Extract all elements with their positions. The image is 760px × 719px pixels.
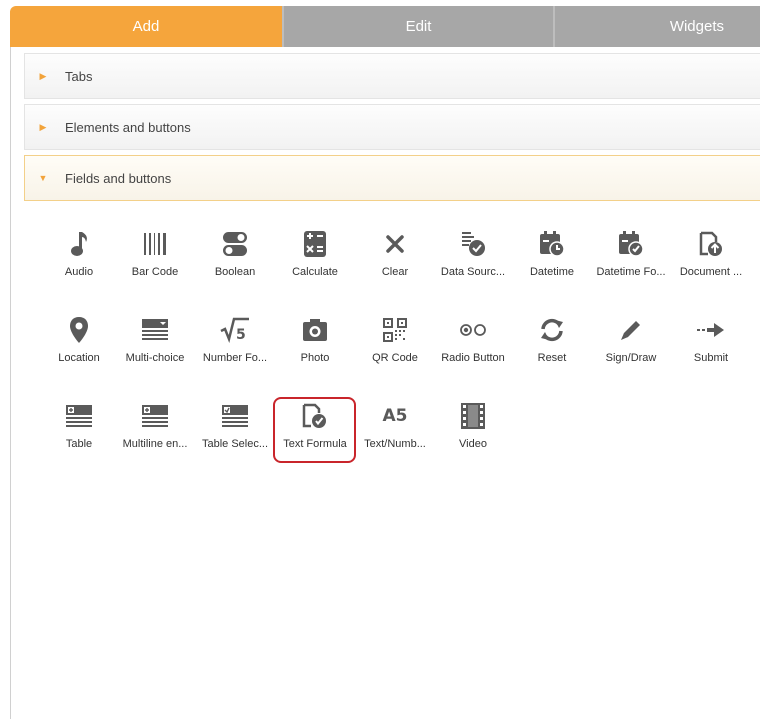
pen-icon: [592, 312, 670, 348]
expand-arrow-icon: ▶: [39, 70, 47, 81]
field-calculate[interactable]: Calculate: [276, 226, 354, 278]
document-upload-icon: [672, 226, 750, 262]
text-number-icon: A5: [382, 406, 408, 426]
selection-highlight: [273, 397, 356, 463]
field-label: Reset: [537, 352, 567, 364]
accordion-label: Fields and buttons: [65, 170, 172, 186]
field-photo[interactable]: Photo: [276, 312, 354, 364]
music-note-icon: [40, 226, 118, 262]
field-bar-code[interactable]: Bar Code: [116, 226, 194, 278]
toggle-icon: [196, 226, 274, 262]
tab-widgets[interactable]: Widgets: [553, 6, 760, 47]
add-panel: ▶ Tabs ▶ Elements and buttons ▼ Fields a…: [10, 47, 760, 719]
field-reset[interactable]: Reset: [513, 312, 591, 364]
field-label: Bar Code: [131, 266, 179, 278]
film-icon: [434, 398, 512, 434]
field-label: Submit: [693, 352, 729, 364]
field-label: Number Fo...: [202, 352, 268, 364]
field-qr-code[interactable]: QR Code: [356, 312, 434, 364]
data-source-icon: [434, 226, 512, 262]
field-sign-draw[interactable]: Sign/Draw: [592, 312, 670, 364]
field-submit[interactable]: Submit: [672, 312, 750, 364]
field-label: Document ...: [679, 266, 743, 278]
field-label: Clear: [381, 266, 409, 278]
field-audio[interactable]: Audio: [40, 226, 118, 278]
field-location[interactable]: Location: [40, 312, 118, 364]
svg-text:5: 5: [236, 327, 246, 343]
clear-x-icon: [356, 226, 434, 262]
field-video[interactable]: Video: [434, 398, 512, 450]
field-data-sourc[interactable]: Data Sourc...: [434, 226, 512, 278]
top-tab-bar: Add Edit Widgets: [10, 6, 760, 47]
field-datetime-fo[interactable]: Datetime Fo...: [592, 226, 670, 278]
field-label: Video: [459, 438, 487, 450]
field-text-numb[interactable]: A5 Text/Numb...: [356, 398, 434, 450]
field-label: Audio: [64, 266, 94, 278]
field-number-fo[interactable]: 5 Number Fo...: [196, 312, 274, 364]
tab-add[interactable]: Add: [10, 6, 282, 47]
field-document[interactable]: Document ...: [672, 226, 750, 278]
field-label: Calculate: [292, 266, 338, 278]
field-label: Sign/Draw: [605, 352, 657, 364]
accordion-label: Elements and buttons: [65, 119, 191, 135]
field-label: Multi-choice: [125, 352, 185, 364]
field-label: Boolean: [214, 266, 256, 278]
map-pin-icon: [40, 312, 118, 348]
expand-arrow-icon: ▶: [39, 121, 47, 132]
field-label: Text/Numb...: [364, 438, 426, 450]
radio-icon: [434, 312, 512, 348]
field-label: Table Selec...: [201, 438, 269, 450]
calculator-icon: [276, 226, 354, 262]
field-boolean[interactable]: Boolean: [196, 226, 274, 278]
table-icon: [40, 398, 118, 434]
calendar-formula-icon: [592, 226, 670, 262]
field-label: Datetime: [529, 266, 575, 278]
field-label: Radio Button: [441, 352, 505, 364]
field-datetime[interactable]: Datetime: [513, 226, 591, 278]
accordion-elements-and-buttons[interactable]: ▶ Elements and buttons: [24, 104, 760, 150]
field-label: Location: [58, 352, 100, 364]
field-table[interactable]: Table: [40, 398, 118, 450]
sqrt-icon: 5: [196, 312, 274, 348]
tab-edit[interactable]: Edit: [282, 6, 553, 47]
qr-code-icon: [356, 312, 434, 348]
camera-icon: [276, 312, 354, 348]
multiline-entry-icon: [116, 398, 194, 434]
calendar-clock-icon: [513, 226, 591, 262]
field-clear[interactable]: Clear: [356, 226, 434, 278]
field-label: Datetime Fo...: [596, 266, 666, 278]
accordion-fields-and-buttons[interactable]: ▼ Fields and buttons: [24, 155, 760, 201]
submit-arrow-icon: [672, 312, 750, 348]
barcode-icon: [116, 226, 194, 262]
field-label: Table: [65, 438, 93, 450]
accordion-label: Tabs: [65, 68, 93, 84]
collapse-arrow-icon: ▼: [38, 173, 48, 183]
field-label: QR Code: [372, 352, 418, 364]
field-multi-choice[interactable]: Multi-choice: [116, 312, 194, 364]
reset-icon: [513, 312, 591, 348]
field-table-selec[interactable]: Table Selec...: [196, 398, 274, 450]
field-label: Multiline en...: [122, 438, 188, 450]
field-radio-button[interactable]: Radio Button: [434, 312, 512, 364]
field-label: Photo: [300, 352, 330, 364]
field-multiline-en[interactable]: Multiline en...: [116, 398, 194, 450]
field-label: Data Sourc...: [440, 266, 506, 278]
multi-choice-icon: [116, 312, 194, 348]
table-select-icon: [196, 398, 274, 434]
accordion-tabs[interactable]: ▶ Tabs: [24, 53, 760, 99]
